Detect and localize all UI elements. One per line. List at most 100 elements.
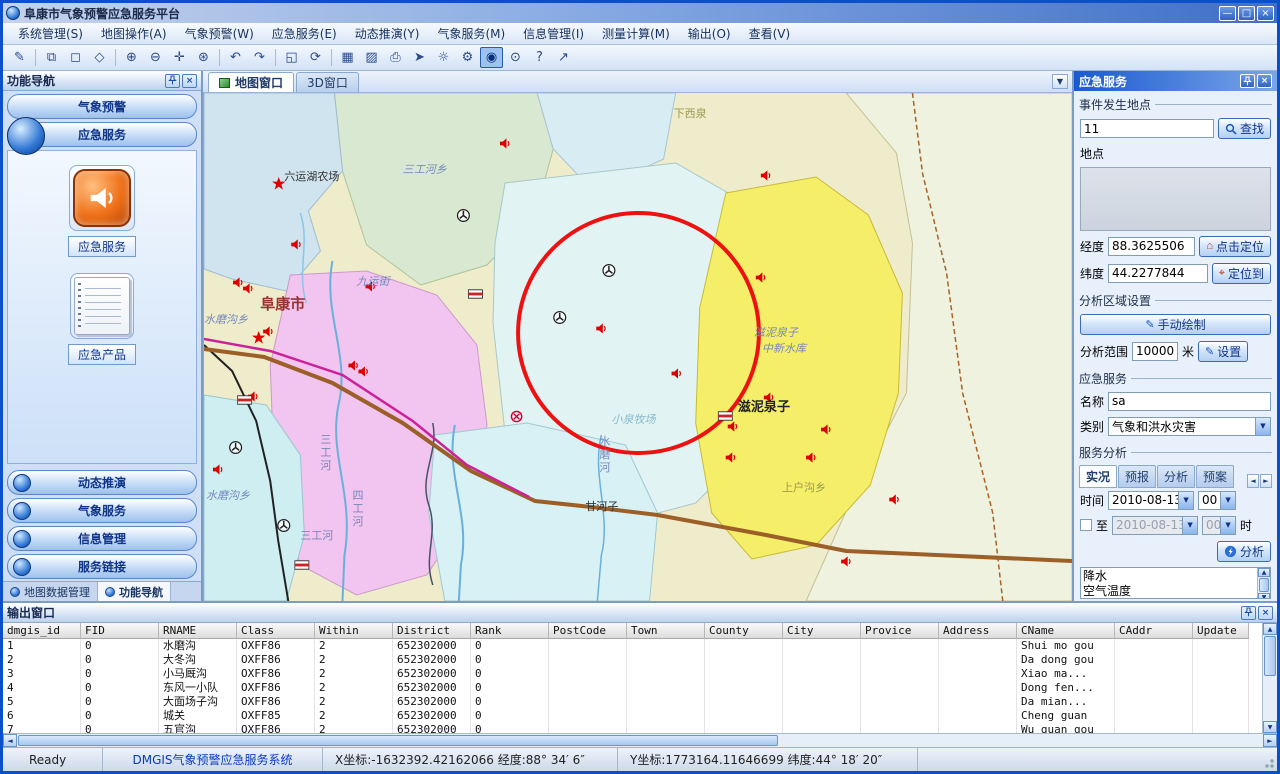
- emergency-product-tile[interactable]: 应急产品: [68, 273, 136, 365]
- help-icon[interactable]: ?: [528, 47, 551, 68]
- emergency-service-tile-button[interactable]: [69, 165, 135, 231]
- service-type-select[interactable]: 气象和洪水灾害 ▼: [1108, 417, 1271, 436]
- column-header-dmgis_id[interactable]: dmgis_id: [3, 623, 81, 639]
- emergency-service-tile[interactable]: 应急服务: [68, 165, 136, 257]
- print-icon[interactable]: ⎙: [384, 47, 407, 68]
- table-row[interactable]: 30小马厩沟OXFF8626523020000Xiao ma...: [3, 667, 1262, 681]
- table-vertical-scrollbar[interactable]: ▲ ▼: [1262, 623, 1277, 733]
- find-button[interactable]: 查找: [1218, 118, 1271, 139]
- flag-marker-icon[interactable]: [468, 290, 482, 298]
- identify-icon[interactable]: ☼: [432, 47, 455, 68]
- snapshot-icon[interactable]: ▨: [360, 47, 383, 68]
- service-name-input[interactable]: [1108, 392, 1271, 411]
- menu-item-view[interactable]: 查看(V): [740, 23, 800, 44]
- close-icon[interactable]: ×: [1258, 606, 1273, 620]
- minimize-button[interactable]: —: [1219, 6, 1236, 21]
- table-row[interactable]: 50大面场子沟OXFF8626523020000Da mian...: [3, 695, 1262, 709]
- menu-item-measure-calculate[interactable]: 测量计算(M): [593, 23, 679, 44]
- column-header-Town[interactable]: Town: [627, 623, 705, 639]
- station-marker-icon[interactable]: [457, 210, 469, 222]
- menu-item-weather-service[interactable]: 气象服务(M): [428, 23, 514, 44]
- nav-button-weather-warning[interactable]: 气象预警: [7, 94, 197, 119]
- place-list[interactable]: [1080, 167, 1271, 231]
- flag-marker-icon[interactable]: [295, 561, 309, 569]
- scroll-thumb[interactable]: [1264, 636, 1276, 676]
- tab-function-navigation[interactable]: 功能导航: [98, 582, 171, 601]
- edit-pencil-icon[interactable]: ✎: [8, 47, 31, 68]
- next-view-icon[interactable]: ↷: [248, 47, 271, 68]
- pointer-icon[interactable]: ➤: [408, 47, 431, 68]
- column-header-CName[interactable]: CName: [1017, 623, 1115, 639]
- end-hour-select[interactable]: 00 ▼: [1202, 516, 1236, 535]
- column-header-Update[interactable]: Update: [1193, 623, 1249, 639]
- scroll-left-icon[interactable]: ◄: [3, 734, 17, 747]
- menu-item-system-management[interactable]: 系统管理(S): [9, 23, 92, 44]
- tab-analysis[interactable]: 分析: [1157, 465, 1195, 488]
- chevron-down-icon[interactable]: ▼: [1178, 492, 1193, 509]
- copy-icon[interactable]: ⧉: [40, 47, 63, 68]
- station-marker-icon[interactable]: [278, 520, 290, 532]
- nav-button-weather-service[interactable]: 气象服务: [7, 498, 197, 523]
- pin-icon[interactable]: [1240, 74, 1255, 88]
- scroll-up-icon[interactable]: ▲: [1263, 623, 1277, 635]
- nav-button-dynamic-deduction[interactable]: 动态推演: [7, 470, 197, 495]
- longitude-input[interactable]: [1108, 237, 1195, 256]
- menu-item-dynamic-deduction[interactable]: 动态推演(Y): [346, 23, 429, 44]
- restore-button[interactable]: □: [1238, 6, 1255, 21]
- zoom-out-icon[interactable]: ⊖: [144, 47, 167, 68]
- start-hour-select[interactable]: 00 ▼: [1198, 491, 1236, 510]
- table-row[interactable]: 40东风一小队OXFF8626523020000Dong fen...: [3, 681, 1262, 695]
- close-icon[interactable]: ×: [1257, 74, 1272, 88]
- tab-map-data-management[interactable]: 地图数据管理: [3, 582, 98, 601]
- column-header-Provice[interactable]: Provice: [861, 623, 939, 639]
- tab-map-window[interactable]: 地图窗口: [208, 72, 294, 92]
- column-header-Rank[interactable]: Rank: [471, 623, 549, 639]
- tab-3d-window[interactable]: 3D窗口: [296, 72, 359, 92]
- pin-icon[interactable]: [165, 74, 180, 88]
- list-vertical-scrollbar[interactable]: ▲ ▼: [1257, 568, 1270, 598]
- menu-item-map-operation[interactable]: 地图操作(A): [92, 23, 176, 44]
- tab-forecast[interactable]: 预报: [1118, 465, 1156, 488]
- column-header-City[interactable]: City: [783, 623, 861, 639]
- chevron-down-icon[interactable]: ▼: [1220, 492, 1235, 509]
- scroll-right-icon[interactable]: ►: [1263, 734, 1277, 747]
- scroll-up-icon[interactable]: ▲: [1258, 568, 1270, 577]
- refresh-icon[interactable]: ⟳: [304, 47, 327, 68]
- select-rect-icon[interactable]: ◻: [64, 47, 87, 68]
- column-header-RNAME[interactable]: RNAME: [159, 623, 237, 639]
- table-row[interactable]: 60城关OXFF8526523020000Cheng guan: [3, 709, 1262, 723]
- column-header-CAddr[interactable]: CAddr: [1115, 623, 1193, 639]
- chevron-down-icon[interactable]: ▼: [1182, 517, 1197, 534]
- latitude-input[interactable]: [1108, 264, 1208, 283]
- column-header-Address[interactable]: Address: [939, 623, 1017, 639]
- scroll-down-icon[interactable]: ▼: [1258, 593, 1270, 599]
- emergency-product-tile-button[interactable]: [70, 273, 134, 339]
- to-checkbox[interactable]: [1080, 519, 1092, 531]
- zoom-in-icon[interactable]: ⊕: [120, 47, 143, 68]
- scroll-down-icon[interactable]: ▼: [1263, 721, 1277, 733]
- table-row[interactable]: 10水磨沟OXFF8626523020000Shui mo gou: [3, 639, 1262, 653]
- tabs-scroll-left-icon[interactable]: ◄: [1247, 474, 1259, 488]
- set-range-button[interactable]: ✎ 设置: [1198, 341, 1248, 362]
- list-item[interactable]: 降水: [1083, 569, 1255, 584]
- flag-marker-icon[interactable]: [238, 396, 252, 404]
- full-extent-icon[interactable]: ⊛: [192, 47, 215, 68]
- eye-icon[interactable]: ⊙: [504, 47, 527, 68]
- export-icon[interactable]: ↗: [552, 47, 575, 68]
- station-marker-icon[interactable]: [603, 265, 615, 277]
- tab-live[interactable]: 实况: [1079, 465, 1117, 488]
- flag-marker-icon[interactable]: [718, 412, 732, 420]
- menu-item-emergency-service[interactable]: 应急服务(E): [263, 23, 346, 44]
- locate-click-button[interactable]: ⌂ 点击定位: [1199, 236, 1271, 257]
- prev-view-icon[interactable]: ↶: [224, 47, 247, 68]
- scroll-thumb[interactable]: [1259, 578, 1269, 592]
- analysis-range-input[interactable]: [1132, 342, 1178, 361]
- column-header-District[interactable]: District: [393, 623, 471, 639]
- gear-icon[interactable]: ⚙: [456, 47, 479, 68]
- chevron-down-icon[interactable]: ▼: [1255, 418, 1270, 435]
- pin-icon[interactable]: [1241, 606, 1256, 620]
- map-tab-list-dropdown-icon[interactable]: ▼: [1052, 74, 1068, 89]
- pan-hand-icon[interactable]: ✛: [168, 47, 191, 68]
- select-shape-icon[interactable]: ◇: [88, 47, 111, 68]
- start-date-select[interactable]: 2010-08-13 ▼: [1108, 491, 1194, 510]
